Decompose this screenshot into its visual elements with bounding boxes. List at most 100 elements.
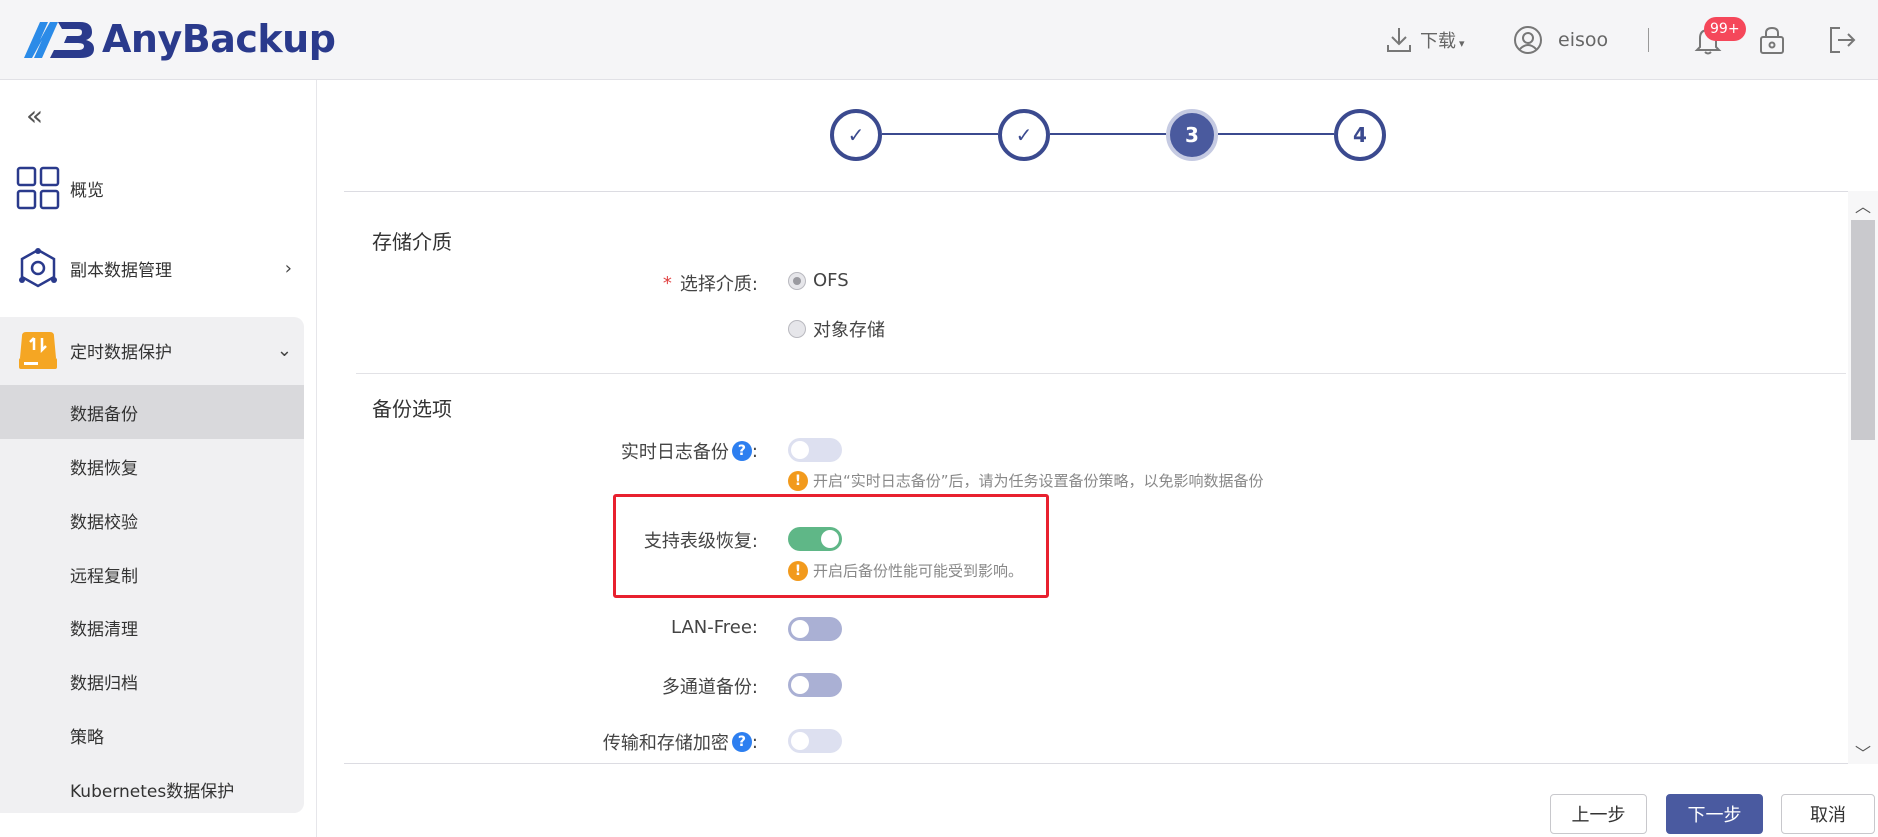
step-connector [882, 133, 998, 135]
download-icon [1387, 28, 1411, 52]
logo-mark-icon [24, 22, 94, 58]
header-divider [1648, 28, 1649, 52]
radio-label: 对象存储 [813, 320, 885, 341]
toggle-knob [821, 530, 839, 548]
download-label: 下载 [1420, 31, 1456, 52]
help-icon[interactable]: ? [731, 441, 752, 461]
chevron-right-icon: › [284, 257, 292, 279]
user-avatar-icon [1514, 26, 1542, 54]
step-number: 3 [1185, 123, 1199, 147]
sidebar-item-label: 定时数据保护 [70, 342, 172, 363]
toggle-knob [791, 620, 809, 638]
warning-icon: ! [788, 560, 808, 581]
table-restore-toggle[interactable] [788, 527, 842, 551]
next-button[interactable]: 下一步 [1666, 794, 1763, 834]
realtime-log-hint: ! 开启“实时日志备份”后，请为任务设置备份策略，以免影响数据备份 [788, 470, 1264, 491]
sidebar-subitem-policy[interactable]: 策略 [0, 708, 304, 762]
sidebar-subitem-remote-copy[interactable]: 远程复制 [0, 547, 304, 601]
sidebar-item-label: 概览 [70, 180, 104, 201]
sidebar-subitem-data-verify[interactable]: 数据校验 [0, 493, 304, 547]
lan-free-toggle[interactable] [788, 617, 842, 641]
radio-ofs[interactable]: OFS [788, 270, 849, 291]
notification-badge: 99+ [1704, 17, 1746, 41]
logout-button[interactable] [1826, 20, 1858, 60]
grid-icon [16, 166, 60, 210]
wizard-stepper: ✓ ✓ 3 4 [830, 104, 1390, 164]
scrollbar-thumb[interactable] [1851, 220, 1875, 440]
check-icon: ✓ [847, 123, 865, 147]
step-1-complete[interactable]: ✓ [830, 109, 882, 161]
toggle-knob [791, 441, 809, 459]
form-panel: 存储介质 * 选择介质: OFS 对象存储 备份选项 实时日志备份 ? : ! … [344, 191, 1878, 764]
scroll-up-icon[interactable]: ︿ [1848, 193, 1878, 217]
multichannel-toggle[interactable] [788, 673, 842, 697]
radio-dot[interactable] [788, 320, 806, 338]
label-text: LAN-Free: [671, 617, 758, 638]
scroll-down-icon[interactable]: ﹀ [1848, 740, 1878, 764]
label-text: 实时日志备份 [620, 442, 729, 463]
lock-icon [1760, 26, 1784, 54]
check-icon: ✓ [1015, 123, 1033, 147]
logout-icon [1830, 27, 1856, 53]
label-text: 多通道备份: [661, 677, 758, 698]
chevron-down-icon: ▾ [1459, 36, 1465, 50]
brand-name: AnyBackup [102, 17, 336, 61]
sidebar: « 概览 副本数据管理 › 定时数据保护 ⌄ 数据备份 数据恢复 数据校验 远程… [0, 80, 317, 837]
network-icon [19, 248, 57, 288]
sidebar-subitem-data-cleanup[interactable]: 数据清理 [0, 600, 304, 654]
top-header: AnyBackup 下载 ▾ eisoo 99+ [0, 0, 1878, 80]
step-4[interactable]: 4 [1334, 109, 1386, 161]
radio-object-storage[interactable]: 对象存储 [788, 316, 885, 342]
step-2-complete[interactable]: ✓ [998, 109, 1050, 161]
sidebar-subitem-data-backup[interactable]: 数据备份 [0, 385, 304, 439]
sidebar-subitem-kubernetes[interactable]: Kubernetes数据保护 [0, 762, 304, 816]
label-text: 支持表级恢复: [643, 531, 758, 552]
collapse-sidebar-icon[interactable]: « [26, 102, 43, 130]
sidebar-item-label: 副本数据管理 [70, 260, 172, 281]
label-colon: : [751, 440, 758, 462]
step-number: 4 [1353, 123, 1367, 147]
section-title-storage: 存储介质 [372, 230, 452, 254]
toggle-knob [791, 732, 809, 750]
step-3-current[interactable]: 3 [1166, 109, 1218, 161]
table-restore-hint: ! 开启后备份性能可能受到影响。 [788, 560, 1023, 581]
table-restore-label: 支持表级恢复: [644, 527, 758, 553]
hint-text: 开启“实时日志备份”后，请为任务设置备份策略，以免影响数据备份 [813, 472, 1264, 490]
realtime-log-toggle[interactable] [788, 438, 842, 462]
sidebar-subitem-data-restore[interactable]: 数据恢复 [0, 439, 304, 493]
section-title-backup-options: 备份选项 [372, 397, 452, 421]
multichannel-label: 多通道备份: [662, 673, 758, 699]
anybackup-logo[interactable]: AnyBackup [20, 14, 336, 64]
storage-select-label: * 选择介质: [663, 270, 758, 296]
label-colon: : [751, 731, 758, 753]
toggle-knob [791, 676, 809, 694]
label-text: 选择介质: [679, 274, 758, 295]
step-connector [1050, 133, 1166, 135]
realtime-log-label: 实时日志备份 ? : [621, 438, 758, 464]
lock-button[interactable] [1756, 20, 1788, 60]
encryption-toggle[interactable] [788, 729, 842, 753]
cancel-button[interactable]: 取消 [1781, 794, 1875, 834]
section-divider [356, 373, 1846, 374]
encryption-label: 传输和存储加密 ? : [603, 729, 758, 755]
sidebar-subitem-data-archive[interactable]: 数据归档 [0, 654, 304, 708]
user-menu[interactable]: eisoo [1512, 20, 1608, 60]
step-connector [1218, 133, 1334, 135]
radio-label: OFS [813, 270, 849, 291]
download-menu[interactable]: 下载 ▾ [1384, 20, 1465, 60]
label-text: 传输和存储加密 [602, 733, 729, 754]
drive-icon [19, 332, 57, 369]
hint-text: 开启后备份性能可能受到影响。 [813, 562, 1024, 580]
help-icon[interactable]: ? [731, 732, 752, 752]
app-window: AnyBackup 下载 ▾ eisoo 99+ « 概览 副本数据管理 › 定… [0, 0, 1878, 837]
sidebar-item-scheduled-protection[interactable]: 定时数据保护 ⌄ [0, 322, 304, 378]
lan-free-label: LAN-Free: [671, 617, 758, 638]
username: eisoo [1558, 29, 1609, 51]
warning-icon: ! [788, 470, 808, 491]
previous-button[interactable]: 上一步 [1550, 794, 1647, 834]
sidebar-item-overview[interactable]: 概览 [0, 160, 304, 216]
radio-dot-selected[interactable] [788, 271, 806, 290]
required-mark: * [662, 272, 672, 294]
sidebar-item-replica-data[interactable]: 副本数据管理 › [0, 240, 304, 296]
chevron-down-icon: ⌄ [276, 339, 292, 361]
